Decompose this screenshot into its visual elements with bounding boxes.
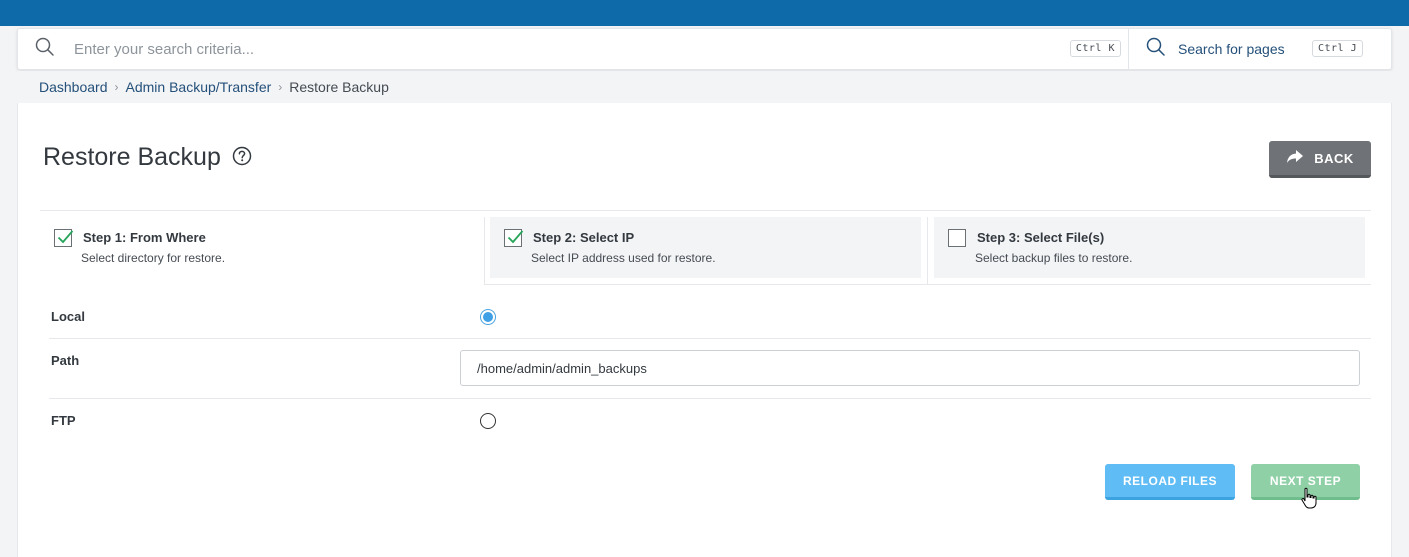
top-bar — [0, 0, 1409, 26]
main-panel: Restore Backup BACK Step 1: From Where S… — [17, 103, 1392, 557]
step-2-checkbox — [504, 229, 524, 247]
path-input[interactable] — [460, 350, 1360, 386]
step-1-description: Select directory for restore. — [81, 251, 226, 265]
ftp-radio[interactable] — [480, 413, 496, 429]
ftp-label: FTP — [51, 413, 76, 428]
global-search[interactable]: Ctrl K — [18, 29, 1128, 69]
search-icon — [35, 37, 55, 62]
step-3-description: Select backup files to restore. — [975, 251, 1133, 265]
chevron-right-icon: › — [278, 80, 283, 94]
search-shortcut-badge: Ctrl K — [1069, 40, 1121, 57]
divider — [49, 338, 1371, 339]
share-arrow-icon — [1286, 149, 1304, 168]
chevron-right-icon: › — [114, 80, 119, 94]
back-button-label: BACK — [1314, 150, 1354, 166]
page-title: Restore Backup — [43, 143, 221, 171]
step-3-title: Step 3: Select File(s) — [977, 230, 1105, 245]
search-pages-label: Search for pages — [1178, 41, 1285, 57]
step-2-title: Step 2: Select IP — [533, 230, 635, 245]
breadcrumb-admin-backup-transfer[interactable]: Admin Backup/Transfer — [126, 79, 272, 95]
checkmark-icon — [507, 230, 524, 244]
step-3-checkbox — [948, 229, 966, 247]
checkmark-icon — [57, 230, 74, 244]
divider — [40, 210, 1371, 211]
step-1-title: Step 1: From Where — [83, 230, 206, 245]
hand-cursor-icon — [1300, 487, 1318, 511]
reload-files-button[interactable]: RELOAD FILES — [1105, 464, 1235, 500]
step-2[interactable]: Step 2: Select IP Select IP address used… — [490, 217, 921, 278]
search-input[interactable] — [72, 39, 972, 59]
step-2-description: Select IP address used for restore. — [531, 251, 716, 265]
local-radio[interactable] — [480, 309, 496, 325]
step-3[interactable]: Step 3: Select File(s) Select backup fil… — [934, 217, 1365, 278]
divider — [49, 398, 1371, 399]
breadcrumb-dashboard[interactable]: Dashboard — [39, 79, 108, 95]
path-label: Path — [51, 353, 80, 368]
breadcrumb: Dashboard › Admin Backup/Transfer › Rest… — [17, 71, 1392, 103]
search-bar: Ctrl K Search for pages Ctrl J — [17, 28, 1392, 70]
search-pages-button[interactable]: Search for pages Ctrl J — [1128, 29, 1391, 69]
step-1[interactable]: Step 1: From Where Select directory for … — [40, 217, 471, 278]
divider — [484, 284, 1371, 285]
back-button[interactable]: BACK — [1269, 141, 1371, 178]
local-label: Local — [51, 309, 85, 324]
divider — [927, 217, 928, 285]
pages-shortcut-badge: Ctrl J — [1312, 40, 1364, 57]
search-icon — [1146, 37, 1166, 62]
help-icon[interactable] — [232, 146, 252, 166]
step-1-checkbox — [54, 229, 74, 247]
breadcrumb-current: Restore Backup — [289, 79, 389, 95]
divider — [484, 217, 485, 285]
